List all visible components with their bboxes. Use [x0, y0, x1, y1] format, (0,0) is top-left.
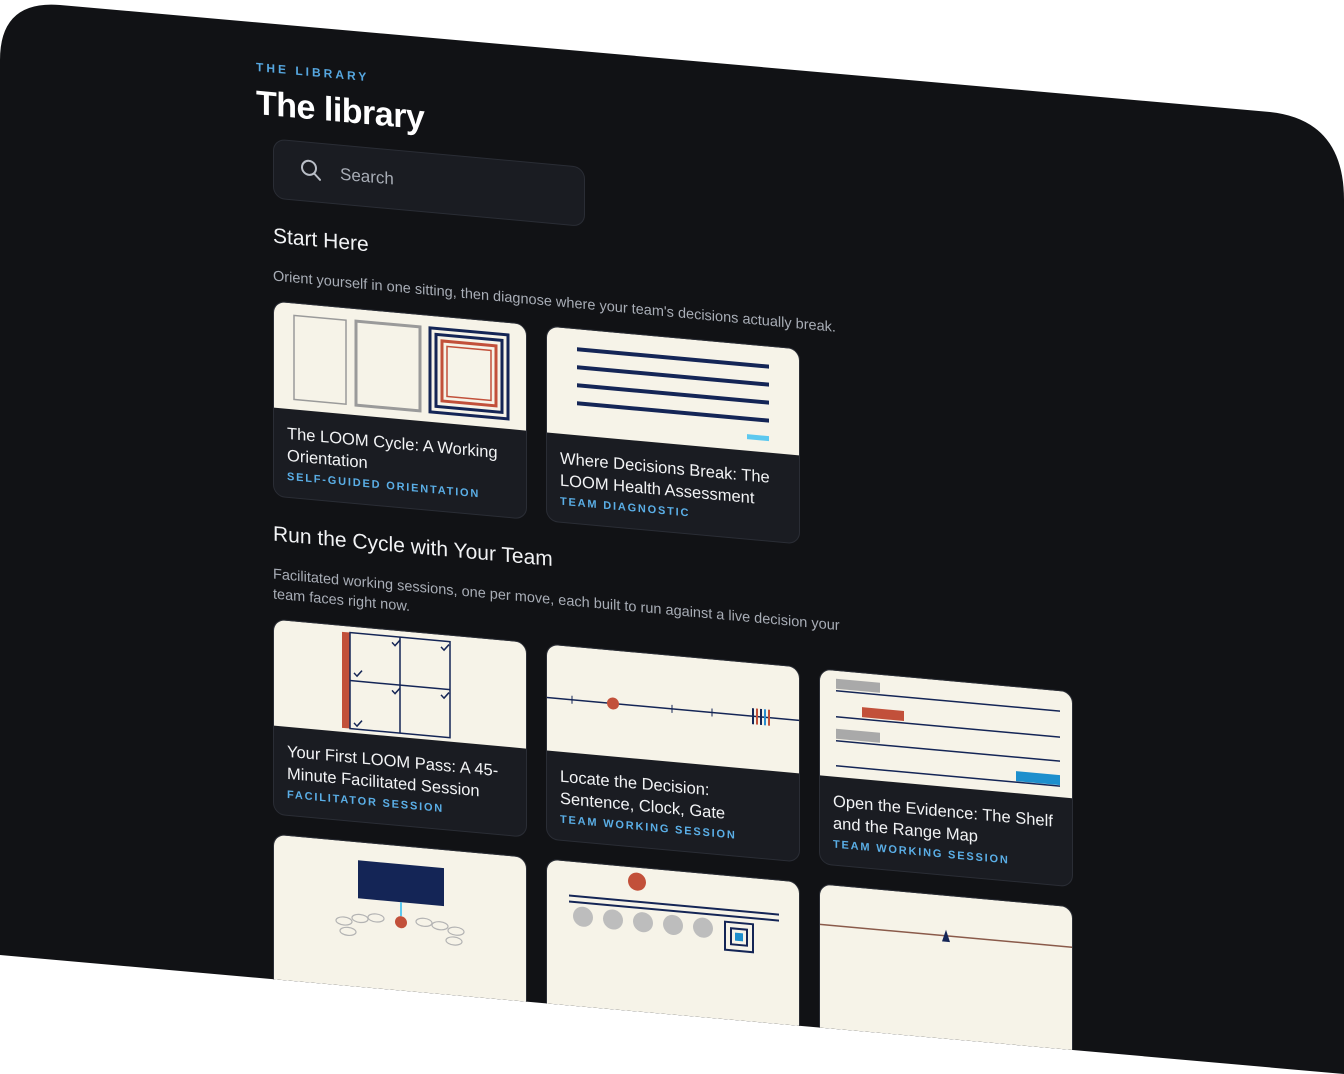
card-grid: The LOOM Cycle: A Working Orientation SE… — [273, 301, 1076, 570]
library-card[interactable] — [546, 858, 800, 1043]
library-card[interactable]: Locate the Decision: Sentence, Clock, Ga… — [546, 643, 800, 862]
search-input[interactable] — [338, 163, 542, 204]
viewport: THE LIBRARY The library Start Here Orien… — [0, 0, 1344, 1074]
library-card[interactable] — [273, 834, 527, 1019]
library-card[interactable]: Where Decisions Break: The LOOM Health A… — [546, 325, 800, 544]
search-box[interactable] — [273, 139, 585, 227]
card-thumbnail-bench — [547, 859, 799, 1042]
library-page: THE LIBRARY The library Start Here Orien… — [256, 60, 1076, 1074]
library-card[interactable]: Open the Evidence: The Shelf and the Ran… — [819, 668, 1073, 887]
section-run-the-cycle: Run the Cycle with Your Team Facilitated… — [273, 523, 1076, 1069]
library-card[interactable]: Your First LOOM Pass: A 45-Minute Facili… — [273, 619, 527, 838]
search-icon — [300, 158, 322, 187]
card-thumbnail-bell — [820, 884, 1072, 1067]
section-start-here: Start Here Orient yourself in one sittin… — [273, 225, 1076, 570]
library-card[interactable]: The LOOM Cycle: A Working Orientation SE… — [273, 301, 527, 520]
library-card[interactable] — [819, 883, 1073, 1068]
card-thumbnail-circle — [274, 835, 526, 1018]
